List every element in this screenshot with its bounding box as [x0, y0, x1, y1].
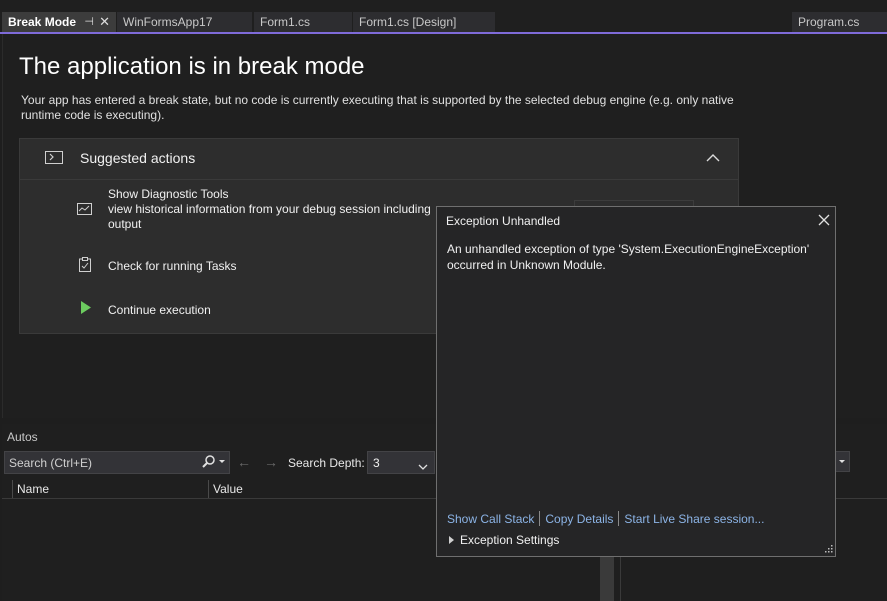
chevron-up-icon[interactable] — [706, 151, 720, 165]
column-name-header[interactable]: Name — [17, 482, 49, 496]
column-separator[interactable] — [208, 480, 209, 498]
action-continue-execution[interactable]: Continue execution — [108, 303, 211, 318]
search-depth-value: 3 — [373, 456, 380, 470]
vertical-scrollbar[interactable] — [600, 554, 614, 601]
search-depth-select[interactable]: 3 — [367, 451, 435, 474]
close-icon[interactable] — [817, 213, 831, 227]
column-separator[interactable] — [12, 480, 13, 498]
copy-details-link[interactable]: Copy Details — [545, 512, 613, 526]
tab-label: Form1.cs [Design] — [359, 15, 457, 29]
format-dropdown[interactable] — [834, 451, 850, 472]
action-title: Show Diagnostic Tools — [108, 187, 229, 201]
tab-label: Form1.cs — [260, 15, 311, 29]
dropdown-arrow-icon — [839, 460, 845, 463]
link-divider — [539, 511, 541, 526]
page-description: Your app has entered a break state, but … — [21, 93, 734, 122]
tab-form1-cs[interactable]: Form1.cs — [254, 12, 352, 32]
exception-title: Exception Unhandled — [446, 214, 561, 228]
autos-title: Autos — [7, 430, 38, 444]
tab-break-mode[interactable]: Break Mode ⊣ ✕ — [2, 12, 116, 32]
tab-winformsapp17[interactable]: WinFormsApp17 — [117, 12, 252, 32]
live-share-link[interactable]: Start Live Share session... — [624, 512, 764, 526]
column-value-header[interactable]: Value — [213, 482, 243, 496]
tab-label: WinFormsApp17 — [123, 15, 213, 29]
diagnostic-chart-icon — [77, 203, 92, 218]
tab-label: Break Mode — [8, 15, 77, 29]
pin-icon[interactable]: ⊣ — [84, 12, 94, 32]
resize-grip-icon[interactable] — [823, 544, 833, 558]
search-forward-arrow-icon[interactable]: → — [264, 454, 278, 470]
suggested-actions-header[interactable]: Suggested actions — [20, 139, 738, 180]
chevron-down-icon — [418, 459, 428, 473]
search-placeholder: Search (Ctrl+E) — [9, 456, 93, 470]
close-icon[interactable]: ✕ — [99, 12, 110, 32]
suggested-actions-label: Suggested actions — [80, 150, 196, 166]
expand-triangle-icon — [449, 536, 454, 544]
exception-message: An unhandled exception of type 'System.E… — [447, 242, 810, 272]
search-input[interactable]: Search (Ctrl+E) — [4, 451, 230, 474]
search-depth-label: Search Depth: — [288, 456, 365, 470]
exception-links: Show Call Stack Copy Details Start Live Sh… — [447, 511, 764, 526]
action-detail: view historical information from your de… — [108, 202, 431, 216]
terminal-icon — [45, 151, 63, 164]
document-tab-strip: Break Mode ⊣ ✕ WinFormsApp17 Form1.cs Fo… — [0, 0, 887, 34]
action-detail: output — [108, 217, 142, 231]
action-check-running-tasks[interactable]: Check for running Tasks — [108, 259, 237, 274]
search-icon[interactable] — [201, 455, 227, 472]
action-show-diagnostic-tools[interactable]: Show Diagnostic Tools view historical in… — [108, 187, 431, 232]
exception-settings-expander[interactable]: Exception Settings — [449, 533, 559, 547]
play-icon — [81, 301, 91, 317]
clipboard-check-icon — [79, 257, 91, 275]
column-divider — [620, 554, 621, 601]
exception-popup: Exception Unhandled An unhandled excepti… — [436, 206, 836, 557]
exception-settings-label: Exception Settings — [460, 533, 560, 547]
tab-form1-design[interactable]: Form1.cs [Design] — [353, 12, 495, 32]
search-back-arrow-icon[interactable]: ← — [237, 454, 251, 470]
page-title: The application is in break mode — [19, 53, 365, 80]
tab-program-cs[interactable]: Program.cs — [792, 12, 887, 32]
tab-label: Program.cs — [798, 15, 860, 29]
link-divider — [618, 511, 620, 526]
show-call-stack-link[interactable]: Show Call Stack — [447, 512, 534, 526]
